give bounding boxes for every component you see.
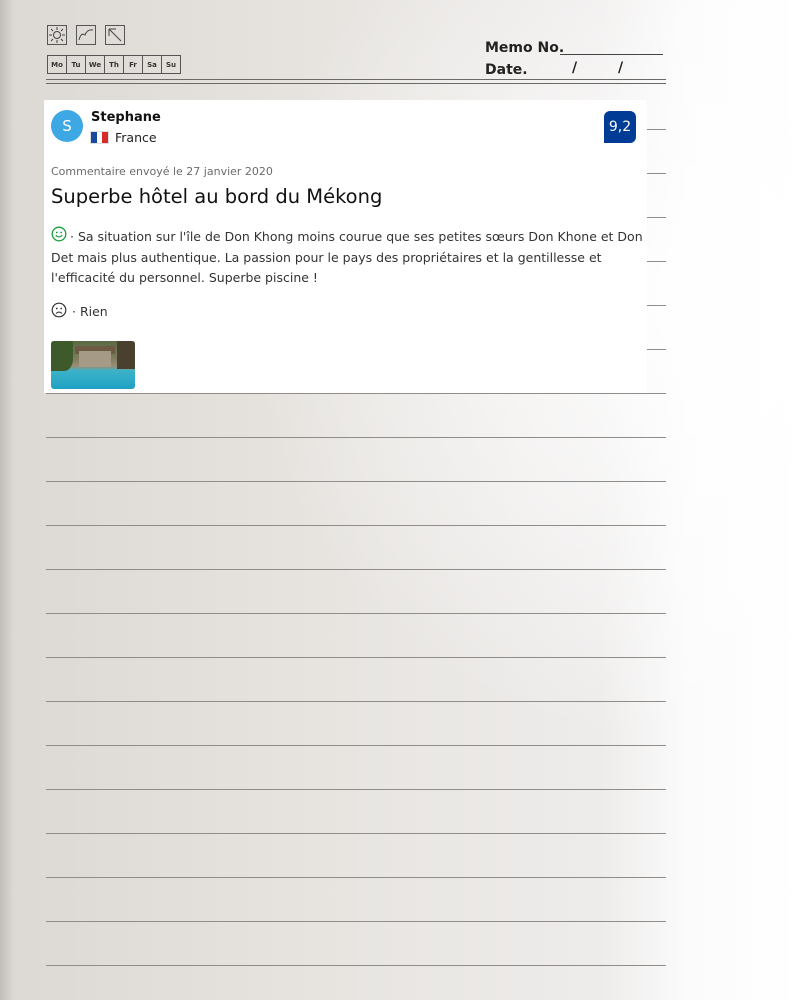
weekday-tu[interactable]: Tu [67, 56, 86, 73]
ruled-line [46, 921, 666, 922]
date-separator: / [618, 60, 624, 76]
ruled-line [46, 393, 666, 394]
ruled-line [46, 965, 666, 966]
weekday-sa[interactable]: Sa [143, 56, 162, 73]
ruled-line [46, 481, 666, 482]
review-photo-thumbnail[interactable] [51, 341, 135, 389]
score-badge: 9,2 [604, 111, 636, 143]
page-binding [0, 0, 14, 1000]
header-divider [46, 83, 666, 84]
ruled-line [46, 789, 666, 790]
umbrella-icon [105, 25, 125, 45]
memo-number-field[interactable] [560, 54, 663, 55]
ruled-line [46, 877, 666, 878]
weekday-mo[interactable]: Mo [48, 56, 67, 73]
header-divider [46, 79, 666, 80]
ruled-line [46, 657, 666, 658]
review-title: Superbe hôtel au bord du Mékong [51, 185, 383, 208]
cloud-icon [76, 25, 96, 45]
review-date: Commentaire envoyé le 27 janvier 2020 [51, 165, 273, 178]
reviewer-name: Stephane [91, 110, 161, 125]
weekday-su[interactable]: Su [162, 56, 180, 73]
avatar[interactable]: S [51, 110, 83, 142]
date-separator: / [572, 60, 578, 76]
ruled-line [46, 745, 666, 746]
review-card: S Stephane France 9,2 Commentaire envoyé… [44, 100, 647, 393]
weekday-row: Mo Tu We Th Fr Sa Su [47, 55, 181, 74]
sun-icon [47, 25, 67, 45]
ruled-line [46, 701, 666, 702]
weekday-we[interactable]: We [86, 56, 105, 73]
weekday-fr[interactable]: Fr [124, 56, 143, 73]
smiley-sad-icon [51, 302, 67, 318]
memo-number-label: Memo No. [485, 40, 565, 56]
ruled-line [46, 613, 666, 614]
review-negative: · Rien [72, 304, 108, 319]
france-flag-icon [91, 132, 109, 143]
ruled-line [46, 525, 666, 526]
reviewer-country: France [115, 130, 157, 145]
ruled-line [46, 437, 666, 438]
weekday-th[interactable]: Th [105, 56, 124, 73]
review-positive: · Sa situation sur l'île de Don Khong mo… [51, 229, 643, 285]
ruled-line [46, 833, 666, 834]
date-label: Date. [485, 62, 528, 78]
ruled-line [46, 569, 666, 570]
